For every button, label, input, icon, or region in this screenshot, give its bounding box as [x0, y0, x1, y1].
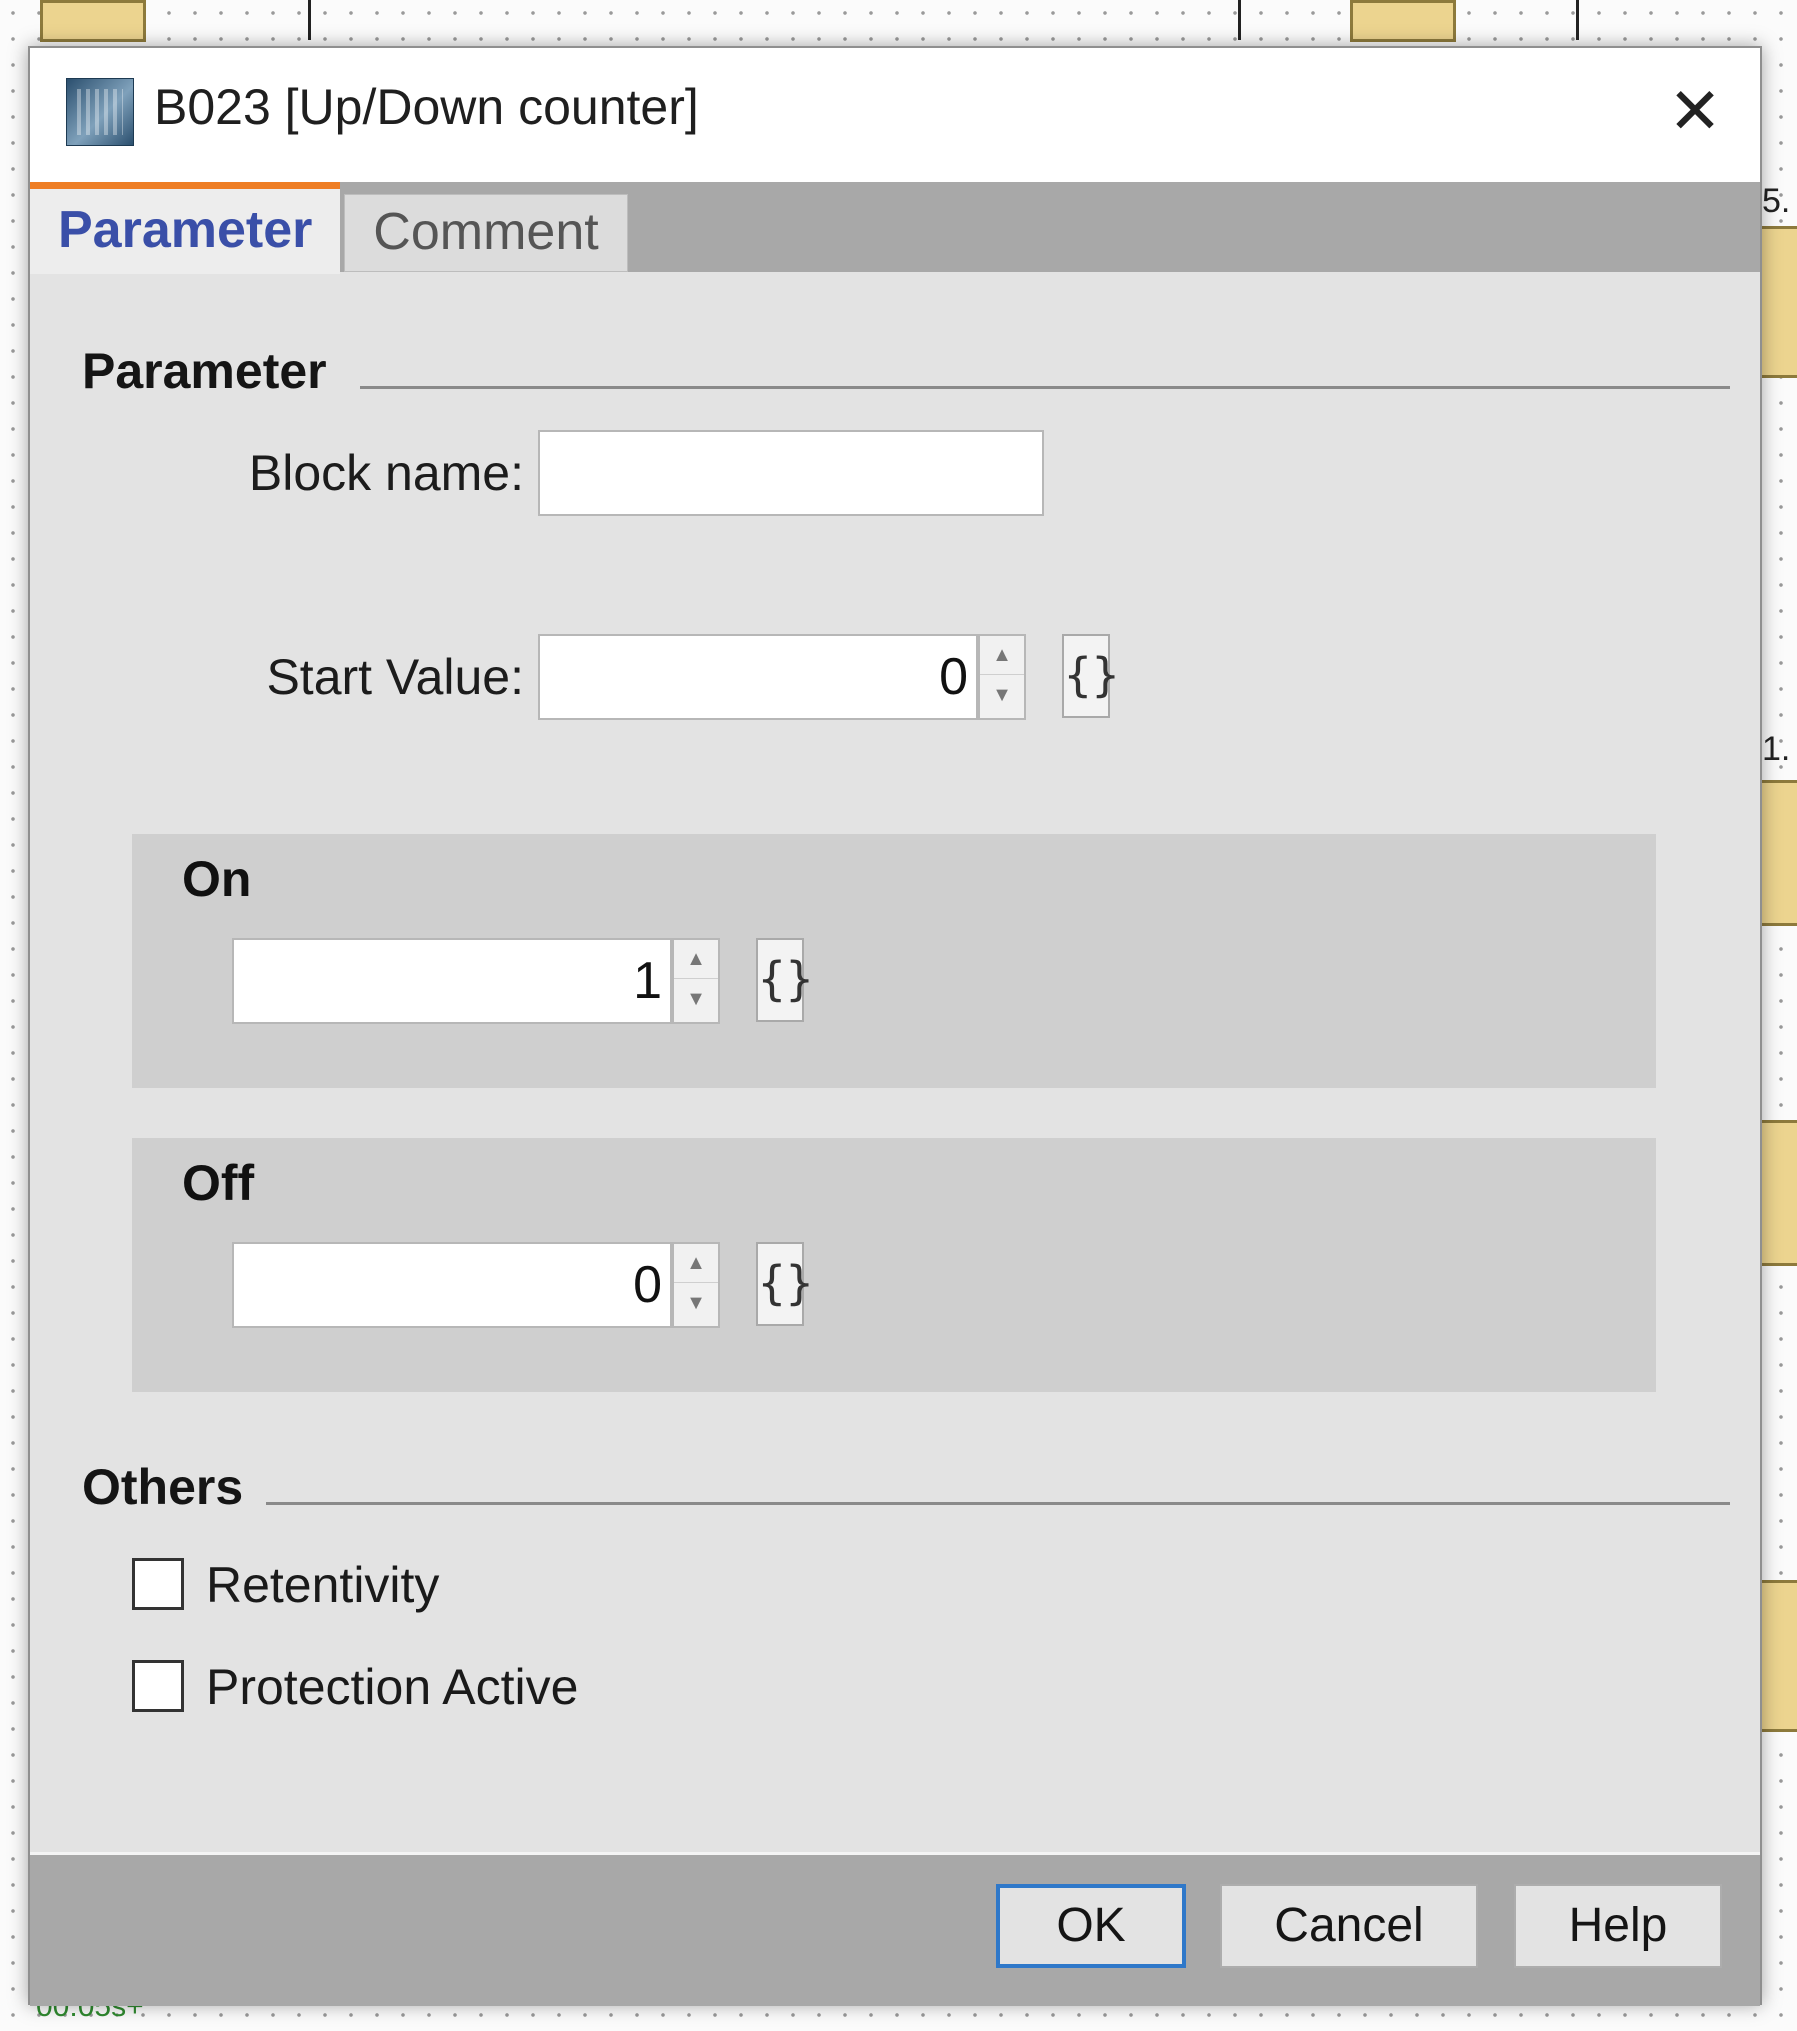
canvas-block: [1758, 1120, 1797, 1266]
cancel-button[interactable]: Cancel: [1220, 1884, 1478, 1968]
on-group-title: On: [182, 851, 252, 907]
retentivity-label[interactable]: Retentivity: [206, 1556, 439, 1614]
dialog-titlebar: B023 [Up/Down counter] ✕: [30, 48, 1760, 182]
spin-down-arrow-icon[interactable]: ▼: [674, 980, 718, 1018]
others-section-title: Others: [82, 1459, 244, 1515]
protection-active-checkbox[interactable]: [132, 1660, 184, 1712]
start-value-reference-button[interactable]: {}: [1062, 634, 1119, 718]
logo-app-icon: [66, 78, 134, 146]
on-value-spinner: ▲ ▼: [672, 938, 720, 1024]
protection-active-label[interactable]: Protection Active: [206, 1658, 578, 1716]
on-value-input[interactable]: 1: [232, 938, 672, 1024]
canvas-label: 5.: [1762, 182, 1791, 220]
close-button[interactable]: ✕: [1650, 66, 1740, 156]
dialog-footer: [30, 1852, 1760, 2006]
tab-comment[interactable]: Comment: [344, 194, 628, 272]
canvas-wire: [1576, 0, 1579, 40]
tab-parameter[interactable]: Parameter: [30, 182, 340, 274]
spin-down-arrow-icon[interactable]: ▼: [980, 676, 1024, 714]
spin-up-arrow-icon[interactable]: ▲: [980, 636, 1024, 675]
help-button[interactable]: Help: [1514, 1884, 1722, 1968]
canvas-label: 1.: [1762, 730, 1791, 768]
dialog-title: B023 [Up/Down counter]: [154, 79, 699, 135]
on-value-text: 1: [633, 952, 662, 1010]
off-group-title: Off: [182, 1155, 255, 1211]
canvas-wire: [1238, 0, 1241, 40]
off-value-reference-button[interactable]: {}: [756, 1242, 813, 1326]
counter-parameter-dialog: B023 [Up/Down counter] ✕ Parameter Comme…: [28, 46, 1762, 2006]
canvas-block: [1350, 0, 1456, 42]
start-value-input[interactable]: 0: [538, 634, 978, 720]
off-value-input[interactable]: 0: [232, 1242, 672, 1328]
canvas-block: [1758, 1580, 1797, 1732]
spin-up-arrow-icon[interactable]: ▲: [674, 940, 718, 979]
off-value-spinner: ▲ ▼: [672, 1242, 720, 1328]
retentivity-checkbox[interactable]: [132, 1558, 184, 1610]
spin-down-arrow-icon[interactable]: ▼: [674, 1284, 718, 1322]
start-value-spinner: ▲ ▼: [978, 634, 1026, 720]
canvas-block: [40, 0, 146, 42]
ok-button[interactable]: OK: [996, 1884, 1186, 1968]
parameter-section-divider: [360, 386, 1730, 389]
off-value-text: 0: [633, 1256, 662, 1314]
block-name-input[interactable]: [538, 430, 1044, 516]
block-name-label: Block name:: [248, 445, 524, 501]
parameter-section-title: Parameter: [82, 343, 327, 399]
others-section-divider: [266, 1502, 1730, 1505]
start-value-text: 0: [939, 648, 968, 706]
close-icon: ✕: [1668, 75, 1722, 147]
spin-up-arrow-icon[interactable]: ▲: [674, 1244, 718, 1283]
on-value-reference-button[interactable]: {}: [756, 938, 813, 1022]
start-value-label: Start Value:: [266, 649, 524, 705]
canvas-block: [1758, 226, 1797, 378]
canvas-wire: [308, 0, 311, 40]
canvas-block: [1758, 780, 1797, 926]
